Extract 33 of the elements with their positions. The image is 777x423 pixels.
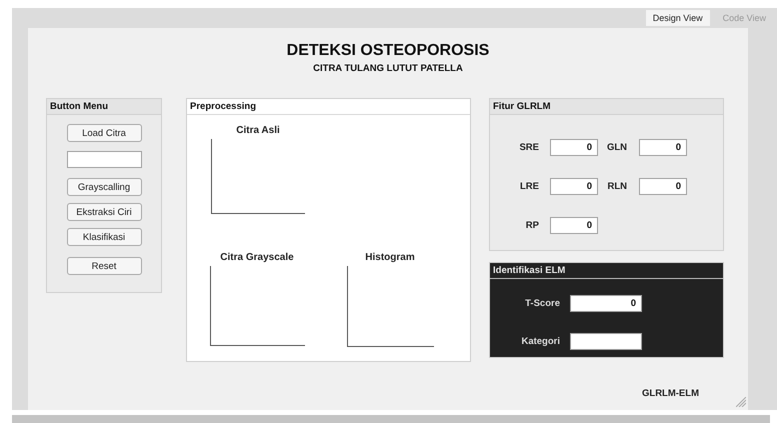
view-tab[interactable]: Design View (646, 10, 710, 26)
panel-title: Identifikasi ELM (490, 263, 723, 279)
app-title: DETEKSI OSTEOPOROSIS (286, 42, 490, 60)
axes-title: Citra Asli (236, 125, 280, 136)
feature-label: RLN (606, 181, 628, 192)
result-value-field[interactable] (570, 333, 642, 350)
action-button[interactable]: Reset (66, 257, 142, 275)
horizontal-scrollbar[interactable] (12, 415, 770, 423)
panel-title: Button Menu (47, 99, 161, 115)
feature-label: LRE (519, 181, 540, 192)
feature-value-field[interactable]: 0 (550, 139, 598, 156)
feature-label: GLN (606, 142, 628, 153)
feature-label: RP (524, 220, 540, 231)
resize-grip-icon[interactable] (736, 397, 746, 407)
feature-value-field[interactable]: 0 (639, 139, 687, 156)
feature-value-field[interactable]: 0 (550, 217, 598, 234)
action-button[interactable]: Load Citra (66, 124, 142, 142)
axes-title: Histogram (365, 252, 415, 263)
feature-value-field[interactable]: 0 (639, 178, 687, 195)
action-button[interactable]: Klasifikasi (66, 228, 142, 246)
panel-title: Preprocessing (187, 99, 470, 115)
input-field[interactable] (66, 151, 142, 168)
result-label: Kategori (520, 336, 561, 347)
result-value-field[interactable]: 0 (570, 295, 642, 312)
result-label: T-Score (524, 298, 561, 309)
axes-title: Citra Grayscale (220, 252, 294, 263)
feature-label: SRE (518, 142, 540, 153)
action-button[interactable]: Grayscalling (66, 178, 142, 196)
footer-label: GLRLM-ELM (642, 388, 699, 399)
action-button[interactable]: Ekstraksi Ciri (66, 203, 142, 221)
feature-value-field[interactable]: 0 (550, 178, 598, 195)
app-subtitle: CITRA TULANG LUTUT PATELLA (313, 63, 463, 74)
panel-title: Fitur GLRLM (490, 99, 723, 115)
